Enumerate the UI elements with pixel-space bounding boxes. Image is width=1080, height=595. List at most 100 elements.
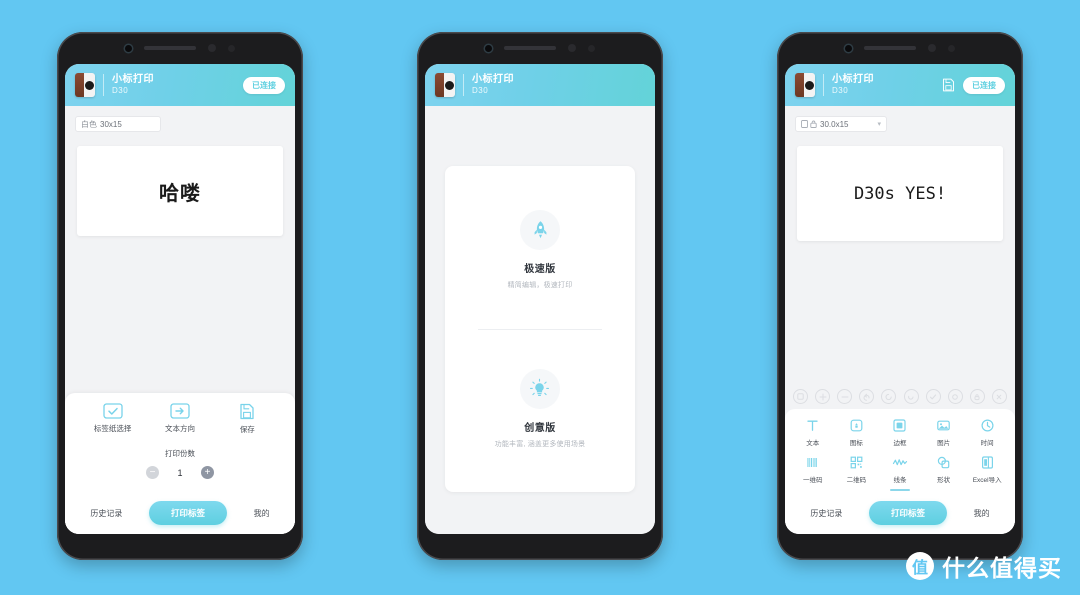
- excel-import-icon: [981, 456, 993, 469]
- tool-text[interactable]: 文本: [793, 418, 833, 447]
- tool-sticker[interactable]: 图标: [836, 418, 876, 447]
- nav-mine[interactable]: 我的: [254, 508, 270, 519]
- tool-label: 文本方向: [164, 424, 195, 433]
- header-text-group: 小标打印 D30: [823, 73, 874, 97]
- nav-mine[interactable]: 我的: [974, 508, 990, 519]
- tool-save[interactable]: 保存: [221, 403, 273, 435]
- watermark: 值 什么值得买: [906, 549, 1062, 583]
- tool-shape[interactable]: 形状: [924, 455, 964, 484]
- confirm-icon[interactable]: [925, 389, 941, 404]
- undo-icon[interactable]: [859, 389, 875, 404]
- phone-one-bezel: [57, 32, 303, 64]
- status-badge-connected[interactable]: 已连接: [243, 76, 285, 94]
- printer-device-icon: [435, 73, 455, 97]
- tool-label: 文本: [806, 440, 820, 447]
- nav-print-label-button[interactable]: 打印标签: [868, 501, 947, 525]
- phone-three-frame: 小标打印 D30 已连接 30.0x15 ▾ D30s YES! 文本 图标 边…: [777, 32, 1023, 560]
- tool-qrcode[interactable]: 二维码: [836, 455, 876, 484]
- mode-chooser-card: 极速版 精简编辑，极速打印 创意版 功能丰富, 涵盖更多使用场景: [445, 166, 635, 492]
- delete-icon[interactable]: [991, 389, 1007, 404]
- add-icon[interactable]: [815, 389, 831, 404]
- app-title: 小标打印: [472, 73, 514, 85]
- tool-text-direction[interactable]: 文本方向: [154, 403, 206, 434]
- text-icon: [807, 420, 818, 431]
- shapes-icon: [937, 456, 950, 469]
- remove-icon[interactable]: [837, 389, 853, 404]
- panel-drag-handle[interactable]: [890, 489, 910, 491]
- mode-option-creative[interactable]: 创意版 功能丰富, 涵盖更多使用场景: [495, 368, 586, 449]
- nav-history[interactable]: 历史记录: [810, 508, 842, 519]
- header-text-group: 小标打印 D30: [103, 73, 154, 97]
- tool-time[interactable]: 时间: [967, 418, 1007, 447]
- device-model: D30: [472, 86, 489, 96]
- mode-subtitle: 精简编辑，极速打印: [507, 281, 573, 289]
- earpiece-speaker: [864, 46, 916, 50]
- watermark-logo-badge: 值: [906, 552, 934, 580]
- phone-two-bezel: [417, 32, 663, 64]
- editor-body: 30.0x15 ▾ D30s YES! 文本 图标 边框 图片 时间 一维码 二…: [785, 106, 1015, 534]
- header-actions: 已连接: [942, 76, 1005, 94]
- qrcode-icon: [850, 456, 863, 469]
- tool-paper-select[interactable]: 标签纸选择: [87, 403, 139, 434]
- tool-label: 线条: [893, 477, 907, 484]
- nav-history[interactable]: 历史记录: [90, 508, 122, 519]
- editor-body: 白色 30x15 哈喽 标签纸选择 文本方向 保存 打印份数 − 1 + 历史记…: [65, 106, 295, 534]
- bottom-nav: 历史记录 打印标签 我的: [785, 497, 1015, 534]
- mode-title: 创意版: [524, 422, 556, 434]
- app-title: 小标打印: [112, 73, 154, 85]
- wave-line-icon: [892, 459, 908, 466]
- earpiece-speaker: [144, 46, 196, 50]
- label-preview-canvas[interactable]: 哈喽: [77, 146, 283, 236]
- paper-select-icons: [801, 120, 817, 128]
- tool-label: 保存: [239, 425, 255, 434]
- paper-size-text: 30.0x15: [820, 119, 849, 129]
- device-model: D30: [112, 86, 129, 96]
- tool-barcode[interactable]: 一维码: [793, 455, 833, 484]
- tool-frame[interactable]: 边框: [880, 418, 920, 447]
- app-header: 小标打印 D30 已连接: [65, 64, 295, 106]
- copies-stepper: − 1 +: [65, 466, 295, 479]
- front-camera-icon: [125, 44, 132, 52]
- nav-print-label-button[interactable]: 打印标签: [148, 501, 227, 525]
- save-document-icon[interactable]: [942, 78, 955, 92]
- rotate-icon[interactable]: [947, 389, 963, 404]
- label-preview-canvas[interactable]: D30s YES!: [797, 146, 1003, 241]
- redo-icon[interactable]: [881, 389, 897, 404]
- tool-label: 图片: [937, 440, 951, 447]
- barcode-icon: [807, 458, 818, 467]
- paper-select-dropdown[interactable]: 白色 30x15: [75, 116, 161, 132]
- sticker-icon: [850, 419, 863, 432]
- image-icon: [937, 420, 950, 431]
- copies-value: 1: [177, 467, 183, 478]
- mode-title: 极速版: [524, 263, 556, 275]
- copies-increment-button[interactable]: +: [201, 466, 214, 479]
- phone-three-bezel: [777, 32, 1023, 64]
- arrow-right-box-icon: [170, 403, 190, 419]
- copies-decrement-button[interactable]: −: [146, 466, 159, 479]
- copy-icon[interactable]: [793, 389, 808, 404]
- app-header: 小标打印 D30: [425, 64, 655, 106]
- phone-two-screen: 小标打印 D30 极速版 精简编辑，极速打印 创意版 功能丰富, 涵盖更多使用场…: [425, 64, 655, 534]
- tool-excel-import[interactable]: Excel导入: [967, 455, 1007, 484]
- status-badge-connected[interactable]: 已连接: [963, 76, 1005, 94]
- paper-select-dropdown[interactable]: 30.0x15 ▾: [795, 116, 887, 132]
- mode-chooser-body: 极速版 精简编辑，极速打印 创意版 功能丰富, 涵盖更多使用场景: [425, 106, 655, 534]
- bottom-nav: 历史记录 打印标签 我的: [65, 493, 295, 534]
- copies-block: 打印份数 − 1 +: [65, 448, 295, 479]
- phone-one-frame: 小标打印 D30 已连接 白色 30x15 哈喽 标签纸选择 文本方向 保存 打…: [57, 32, 303, 560]
- lightbulb-icon: [530, 378, 550, 396]
- layers-icon[interactable]: [903, 389, 919, 404]
- rocket-icon: [534, 220, 546, 238]
- tool-line[interactable]: 线条: [880, 455, 920, 484]
- screenshot-stage: 小标打印 D30 已连接 白色 30x15 哈喽 标签纸选择 文本方向 保存 打…: [0, 0, 1080, 595]
- paper-color-text: 白色: [81, 119, 97, 129]
- light-sensor-icon: [228, 44, 235, 52]
- lock-icon[interactable]: [969, 389, 985, 404]
- light-sensor-icon: [588, 44, 595, 52]
- advanced-tool-grid: 文本 图标 边框 图片 时间 一维码 二维码 线条 形状 Excel导入: [785, 409, 1015, 497]
- tool-image[interactable]: 图片: [924, 418, 964, 447]
- object-action-toolbar: [785, 384, 1015, 409]
- phone-three-screen: 小标打印 D30 已连接 30.0x15 ▾ D30s YES! 文本 图标 边…: [785, 64, 1015, 534]
- tool-label: 时间: [980, 440, 994, 447]
- mode-option-speed[interactable]: 极速版 精简编辑，极速打印: [507, 209, 573, 290]
